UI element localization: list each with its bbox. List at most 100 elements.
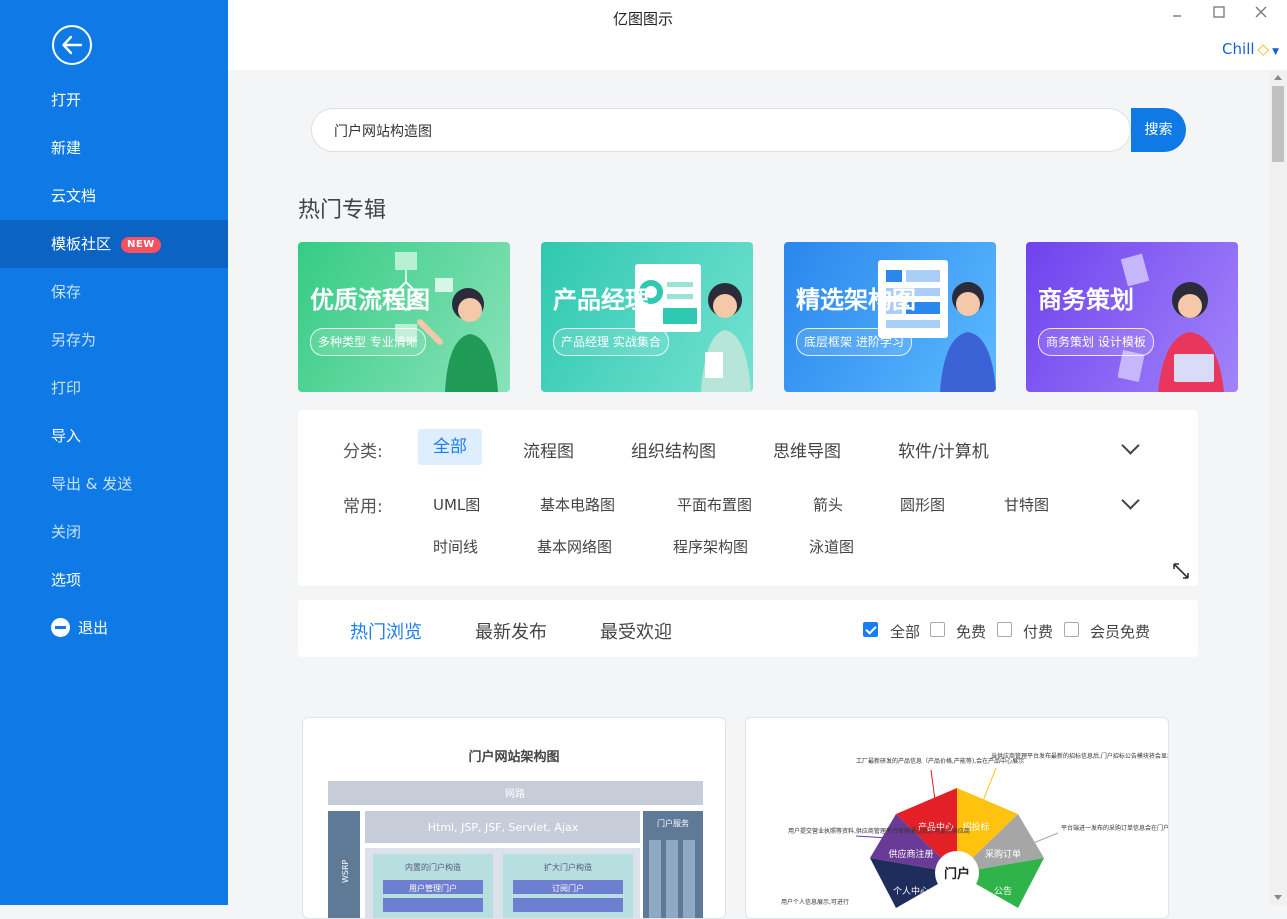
category-all[interactable]: 全部 (418, 429, 482, 465)
sidebar-item-exit[interactable]: 退出 (0, 604, 228, 652)
sidebar-item-save-as[interactable]: 另存为 (0, 316, 228, 364)
banner-subtitle: 产品经理 实战集合 (553, 328, 669, 356)
sidebar-item-label: 导出 & 发送 (51, 475, 133, 493)
card-title: 门户网站架构图 (468, 749, 559, 765)
card-note: 平台端进一发布的采购订单信息会在门户端进行展示,供应商可进行相应的供货操作 (1061, 824, 1168, 832)
banner-title: 产品经理 (553, 286, 649, 314)
checkbox-paid[interactable] (997, 622, 1012, 637)
back-arrow-icon[interactable] (52, 25, 92, 65)
portal-architecture-thumbnail: 门户网站架构图 网路 WSRP Html, JSP, JSF, Servlet,… (328, 749, 703, 918)
sidebar-item-label: 模板社区 (51, 235, 112, 253)
main-area: 亿图图示 Chill◇▼ 搜索 热门专辑 (228, 0, 1287, 919)
card-label: 公告 (994, 885, 1012, 897)
banner-subtitle: 底层框架 进阶学习 (796, 328, 912, 356)
sort-bar: 热门浏览 最新发布 最受欢迎 全部 免费 付费 会员免费 (298, 600, 1198, 657)
category-mind-map[interactable]: 思维导图 (773, 437, 841, 462)
banner-business-planning[interactable]: 商务策划 商务策划 设计模板 (1026, 242, 1238, 392)
common-timeline[interactable]: 时间线 (433, 536, 478, 557)
scroll-down-arrow-icon[interactable] (1274, 895, 1282, 900)
close-icon[interactable] (1255, 6, 1267, 22)
chevron-down-icon[interactable] (1121, 491, 1140, 510)
user-name: Chill (1222, 40, 1255, 58)
scroll-thumb[interactable] (1272, 86, 1284, 162)
checkbox-label: 全部 (890, 623, 921, 641)
tab-hot[interactable]: 热门浏览 (350, 618, 422, 644)
common-label: 常用: (343, 497, 383, 517)
sidebar-item-save[interactable]: 保存 (0, 268, 228, 316)
sidebar-item-label: 新建 (51, 139, 82, 157)
sidebar-item-new[interactable]: 新建 (0, 124, 228, 172)
business-planning-illustration (1118, 253, 1224, 392)
card-label: 扩大门户构造 (544, 862, 592, 872)
sidebar-menu: 打开 新建 云文档 模板社区 NEW 保存 另存为 打印 导入 导出 & 发送 关… (0, 76, 228, 652)
sidebar-item-template-community[interactable]: 模板社区 NEW (0, 220, 228, 268)
card-label: 网路 (505, 787, 525, 800)
banner-title: 商务策划 (1038, 286, 1134, 314)
sidebar-item-open[interactable]: 打开 (0, 76, 228, 124)
card-label: Html, JSP, JSF, Servlet, Ajax (428, 821, 579, 834)
checkbox-label: 会员免费 (1090, 623, 1151, 641)
common-program-arch[interactable]: 程序架构图 (673, 536, 748, 557)
sidebar-item-label: 导入 (51, 427, 82, 445)
title-bar: 亿图图示 Chill ◇ ▼ (228, 0, 1287, 70)
category-software[interactable]: 软件/计算机 (898, 437, 989, 462)
card-label: 门户服务 (657, 818, 689, 828)
common-swimlane[interactable]: 泳道图 (809, 536, 854, 557)
sidebar-item-label: 另存为 (51, 331, 97, 349)
sidebar-item-options[interactable]: 选项 (0, 556, 228, 604)
common-circle[interactable]: 圆形图 (900, 494, 945, 515)
product-manager-illustration (635, 264, 751, 392)
new-badge: NEW (121, 237, 161, 253)
featured-title: 热门专辑 (298, 198, 387, 223)
vip-diamond-icon: ◇ (1257, 40, 1270, 58)
sidebar-item-export-send[interactable]: 导出 & 发送 (0, 460, 228, 508)
sidebar-item-cloud-docs[interactable]: 云文档 (0, 172, 228, 220)
checkbox-member-free[interactable] (1064, 622, 1079, 637)
sidebar-item-print[interactable]: 打印 (0, 364, 228, 412)
checkbox-free[interactable] (930, 622, 945, 637)
sidebar-item-label: 退出 (78, 619, 109, 637)
card-label: 内置的门户构造 (405, 862, 461, 872)
common-floor-plan[interactable]: 平面布置图 (677, 494, 752, 515)
card-label: 用户管理门户 (409, 883, 457, 893)
banner-architecture[interactable]: 精选架构图 底层框架 进阶学习 (784, 242, 996, 392)
template-card[interactable]: 门户网站架构图 网路 WSRP Html, JSP, JSF, Servlet,… (302, 717, 726, 919)
tab-popular[interactable]: 最受欢迎 (600, 618, 672, 644)
chevron-down-icon[interactable] (1121, 436, 1140, 455)
template-card[interactable]: 门户 产品中心 招投标 采购订单 公告 个人中心 供应商注册 工厂最新研发的产品… (745, 717, 1169, 919)
common-arrow[interactable]: 箭头 (813, 494, 843, 515)
exit-icon (51, 618, 70, 637)
sidebar-item-label: 云文档 (51, 187, 97, 205)
expand-icon[interactable] (1172, 562, 1190, 580)
card-label: 采购订单 (985, 848, 1021, 860)
card-label: WSRP (341, 859, 350, 883)
user-menu[interactable]: Chill ◇ ▼ (1222, 40, 1279, 58)
search-button[interactable]: 搜索 (1131, 108, 1186, 152)
minimize-icon[interactable] (1172, 6, 1182, 22)
dropdown-caret-icon: ▼ (1272, 47, 1279, 57)
checkbox-all[interactable] (863, 622, 878, 637)
common-circuit[interactable]: 基本电路图 (540, 494, 615, 515)
search-input[interactable] (332, 109, 1116, 153)
banner-product-manager[interactable]: 产品经理 产品经理 实战集合 (541, 242, 753, 392)
common-uml[interactable]: UML图 (433, 494, 480, 515)
banner-title: 优质流程图 (310, 286, 430, 314)
window-title: 亿图图示 (612, 10, 673, 28)
card-label: 门户 (944, 866, 970, 882)
category-label: 分类: (343, 442, 383, 462)
banner-subtitle: 多种类型 专业清晰 (310, 328, 426, 356)
sidebar-item-label: 保存 (51, 283, 82, 301)
sidebar-item-close[interactable]: 关闭 (0, 508, 228, 556)
category-flowchart[interactable]: 流程图 (523, 437, 574, 462)
search-box (311, 108, 1131, 153)
banner-flowchart[interactable]: 优质流程图 多种类型 专业清晰 (298, 242, 510, 392)
checkbox-label: 免费 (956, 623, 987, 641)
maximize-icon[interactable] (1213, 6, 1225, 22)
scroll-up-arrow-icon[interactable] (1274, 75, 1282, 80)
vertical-scrollbar[interactable] (1269, 70, 1287, 905)
category-org-chart[interactable]: 组织结构图 (631, 437, 716, 462)
sidebar-item-import[interactable]: 导入 (0, 412, 228, 460)
common-gantt[interactable]: 甘特图 (1004, 494, 1049, 515)
common-network[interactable]: 基本网络图 (537, 536, 612, 557)
tab-newest[interactable]: 最新发布 (475, 618, 547, 644)
